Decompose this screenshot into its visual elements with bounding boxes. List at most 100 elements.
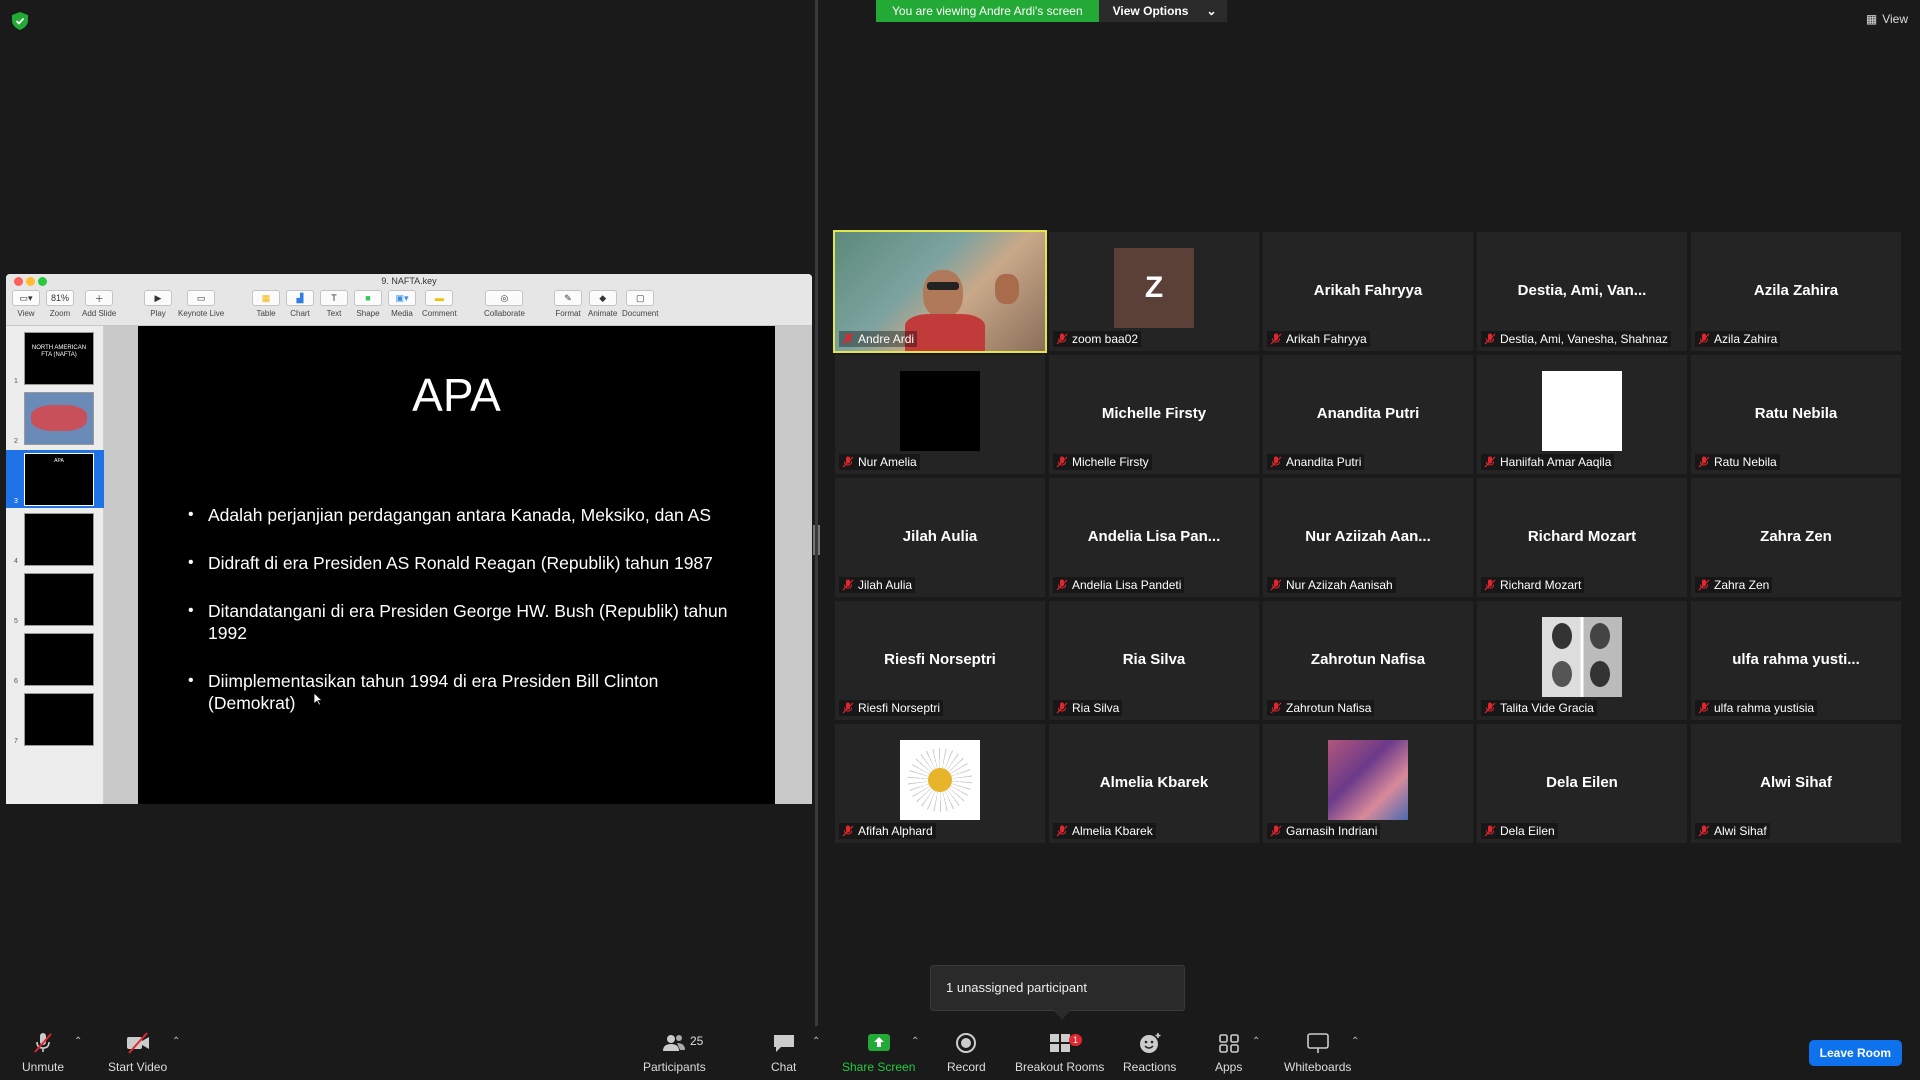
- avatar: [1542, 617, 1622, 697]
- slide-thumbnail-7[interactable]: [24, 693, 94, 746]
- whiteboards-button[interactable]: Whiteboards: [1284, 1032, 1351, 1074]
- participant-tile[interactable]: Richard Mozart Richard Mozart: [1477, 478, 1687, 597]
- audio-options-caret[interactable]: ⌃: [74, 1036, 82, 1047]
- video-options-caret[interactable]: ⌃: [172, 1036, 180, 1047]
- mic-muted-icon: [1270, 579, 1282, 591]
- slide-thumbnail-6[interactable]: [24, 633, 94, 686]
- breakout-rooms-button[interactable]: Breakout Rooms: [1015, 1032, 1104, 1074]
- collaborate-icon: ◎: [485, 290, 524, 306]
- document-icon: ▢: [626, 290, 655, 306]
- grid-view-icon: ▦: [1865, 12, 1878, 26]
- split-drag-handle[interactable]: [813, 525, 820, 555]
- add-slide-button[interactable]: ＋ Add Slide: [82, 290, 116, 318]
- play-button[interactable]: ▶ Play: [144, 290, 172, 318]
- participant-name-label: Michelle Firsty: [1053, 454, 1152, 470]
- keynote-window: 9. NAFTA.key ▭▾ View 81% Zoom ＋ Add Slide ▶…: [6, 274, 812, 804]
- collaborate-button[interactable]: ◎ Collaborate: [484, 290, 525, 318]
- participant-tile[interactable]: Talita Vide Gracia: [1477, 601, 1687, 720]
- apps-options-caret[interactable]: ⌃: [1252, 1036, 1260, 1047]
- reactions-button[interactable]: Reactions: [1123, 1032, 1176, 1074]
- participant-tile[interactable]: Anandita Putri Anandita Putri: [1263, 355, 1473, 474]
- participant-tile[interactable]: Nur Aziizah Aan... Nur Aziizah Aanisah: [1263, 478, 1473, 597]
- split-divider[interactable]: [815, 0, 818, 1026]
- participant-tile[interactable]: ulfa rahma yusti... ulfa rahma yustisia: [1691, 601, 1901, 720]
- media-button[interactable]: ▣▾ Media: [388, 290, 416, 318]
- mic-muted-icon: [1698, 825, 1710, 837]
- broadcast-icon: ▭: [187, 290, 216, 306]
- view-layout-button[interactable]: ▦ View: [1866, 12, 1908, 26]
- share-screen-button[interactable]: Share Screen: [842, 1032, 915, 1074]
- participant-tile[interactable]: Andelia Lisa Pan... Andelia Lisa Pandeti: [1049, 478, 1259, 597]
- participant-name-label: Zahrotun Nafisa: [1267, 700, 1375, 716]
- whiteboard-options-caret[interactable]: ⌃: [1351, 1036, 1359, 1047]
- participant-tile[interactable]: Alwi Sihaf Alwi Sihaf: [1691, 724, 1901, 843]
- view-button[interactable]: ▭▾ View: [12, 290, 40, 318]
- shield-check-icon[interactable]: [12, 12, 28, 30]
- view-options-button[interactable]: View Options ⌄: [1098, 0, 1227, 22]
- slide-thumbnail-4[interactable]: [24, 513, 94, 566]
- chart-button[interactable]: ▟ Chart: [286, 290, 314, 318]
- slide-thumbnail-5[interactable]: [24, 573, 94, 626]
- participant-tile[interactable]: Almelia Kbarek Almelia Kbarek: [1049, 724, 1259, 843]
- participant-tile[interactable]: Andre Ardi: [833, 230, 1047, 353]
- participant-tile[interactable]: Ria Silva Ria Silva: [1049, 601, 1259, 720]
- participant-tile[interactable]: Dela Eilen Dela Eilen: [1477, 724, 1687, 843]
- chat-options-caret[interactable]: ⌃: [812, 1036, 820, 1047]
- mic-muted-icon: [1484, 579, 1496, 591]
- participant-tile[interactable]: Afifah Alphard: [835, 724, 1045, 843]
- keynote-titlebar: 9. NAFTA.key: [6, 274, 812, 288]
- zoom-select[interactable]: 81% Zoom: [46, 290, 74, 318]
- meeting-toolbar: Unmute ⌃ Start Video ⌃ Participants 25 C…: [0, 1026, 1920, 1080]
- participant-name-label: Alwi Sihaf: [1695, 823, 1770, 839]
- shape-icon: ■: [354, 290, 382, 306]
- share-options-caret[interactable]: ⌃: [911, 1036, 919, 1047]
- participant-tile[interactable]: Arikah Fahryya Arikah Fahryya: [1263, 232, 1473, 351]
- comment-icon: ▬: [425, 290, 454, 306]
- participant-tile[interactable]: Zahra Zen Zahra Zen: [1691, 478, 1901, 597]
- chat-button[interactable]: Chat: [771, 1032, 796, 1074]
- participant-tile[interactable]: Ratu Nebila Ratu Nebila: [1691, 355, 1901, 474]
- mic-muted-icon: [842, 456, 854, 468]
- current-slide[interactable]: APA Adalah perjanjian perdagangan antara…: [138, 326, 775, 804]
- comment-button[interactable]: ▬ Comment: [422, 290, 457, 318]
- participant-tile[interactable]: Haniifah Amar Aaqila: [1477, 355, 1687, 474]
- record-button[interactable]: Record: [947, 1032, 986, 1074]
- slide-thumbnail-3[interactable]: APA: [24, 453, 94, 506]
- start-video-button[interactable]: Start Video: [108, 1032, 167, 1074]
- reactions-icon: [1139, 1033, 1161, 1053]
- participant-tile[interactable]: Zahrotun Nafisa Zahrotun Nafisa: [1263, 601, 1473, 720]
- participant-tile[interactable]: Azila Zahira Azila Zahira: [1691, 232, 1901, 351]
- participant-tile[interactable]: Michelle Firsty Michelle Firsty: [1049, 355, 1259, 474]
- keynote-toolbar: ▭▾ View 81% Zoom ＋ Add Slide ▶ Play ▭ Keynote…: [6, 288, 812, 326]
- chart-icon: ▟: [286, 290, 314, 306]
- keynote-live-button[interactable]: ▭ Keynote Live: [178, 290, 224, 318]
- slide-bullet: Ditandatangani di era Presiden George HW…: [188, 600, 738, 644]
- animate-button[interactable]: ◆ Animate: [588, 290, 617, 318]
- unmute-button[interactable]: Unmute: [22, 1032, 64, 1074]
- participant-tile[interactable]: Riesfi Norseptri Riesfi Norseptri: [835, 601, 1045, 720]
- unassigned-participant-toast[interactable]: 1 unassigned participant: [930, 965, 1185, 1011]
- table-button[interactable]: ▦ Table: [252, 290, 280, 318]
- apps-button[interactable]: Apps: [1215, 1032, 1242, 1074]
- participant-tile[interactable]: Zzoom baa02: [1049, 232, 1259, 351]
- avatar: [900, 740, 980, 820]
- slide-thumbnail-1[interactable]: NORTH AMERICAN FTA (NAFTA): [24, 332, 94, 385]
- format-button[interactable]: ✎ Format: [554, 290, 582, 318]
- slide-thumbnail-2[interactable]: [24, 392, 94, 445]
- leave-room-button[interactable]: Leave Room: [1808, 1040, 1902, 1066]
- participant-tile[interactable]: Garnasih Indriani: [1263, 724, 1473, 843]
- document-button[interactable]: ▢ Document: [622, 290, 658, 318]
- mic-muted-icon: [1056, 333, 1068, 345]
- participant-display-name: Dela Eilen: [1546, 774, 1618, 791]
- participant-tile[interactable]: Nur Amelia: [835, 355, 1045, 474]
- shape-button[interactable]: ■ Shape: [354, 290, 382, 318]
- animate-icon: ◆: [588, 290, 617, 306]
- participant-tile[interactable]: Destia, Ami, Van... Destia, Ami, Vanesha,…: [1477, 232, 1687, 351]
- brush-icon: ✎: [554, 290, 582, 306]
- participant-tile[interactable]: Jilah Aulia Jilah Aulia: [835, 478, 1045, 597]
- chat-icon: [773, 1035, 794, 1052]
- mic-muted-icon: [1698, 456, 1710, 468]
- participant-display-name: Nur Aziizah Aan...: [1305, 528, 1431, 545]
- participant-name-label: Nur Aziizah Aanisah: [1267, 577, 1396, 593]
- text-button[interactable]: T Text: [320, 290, 348, 318]
